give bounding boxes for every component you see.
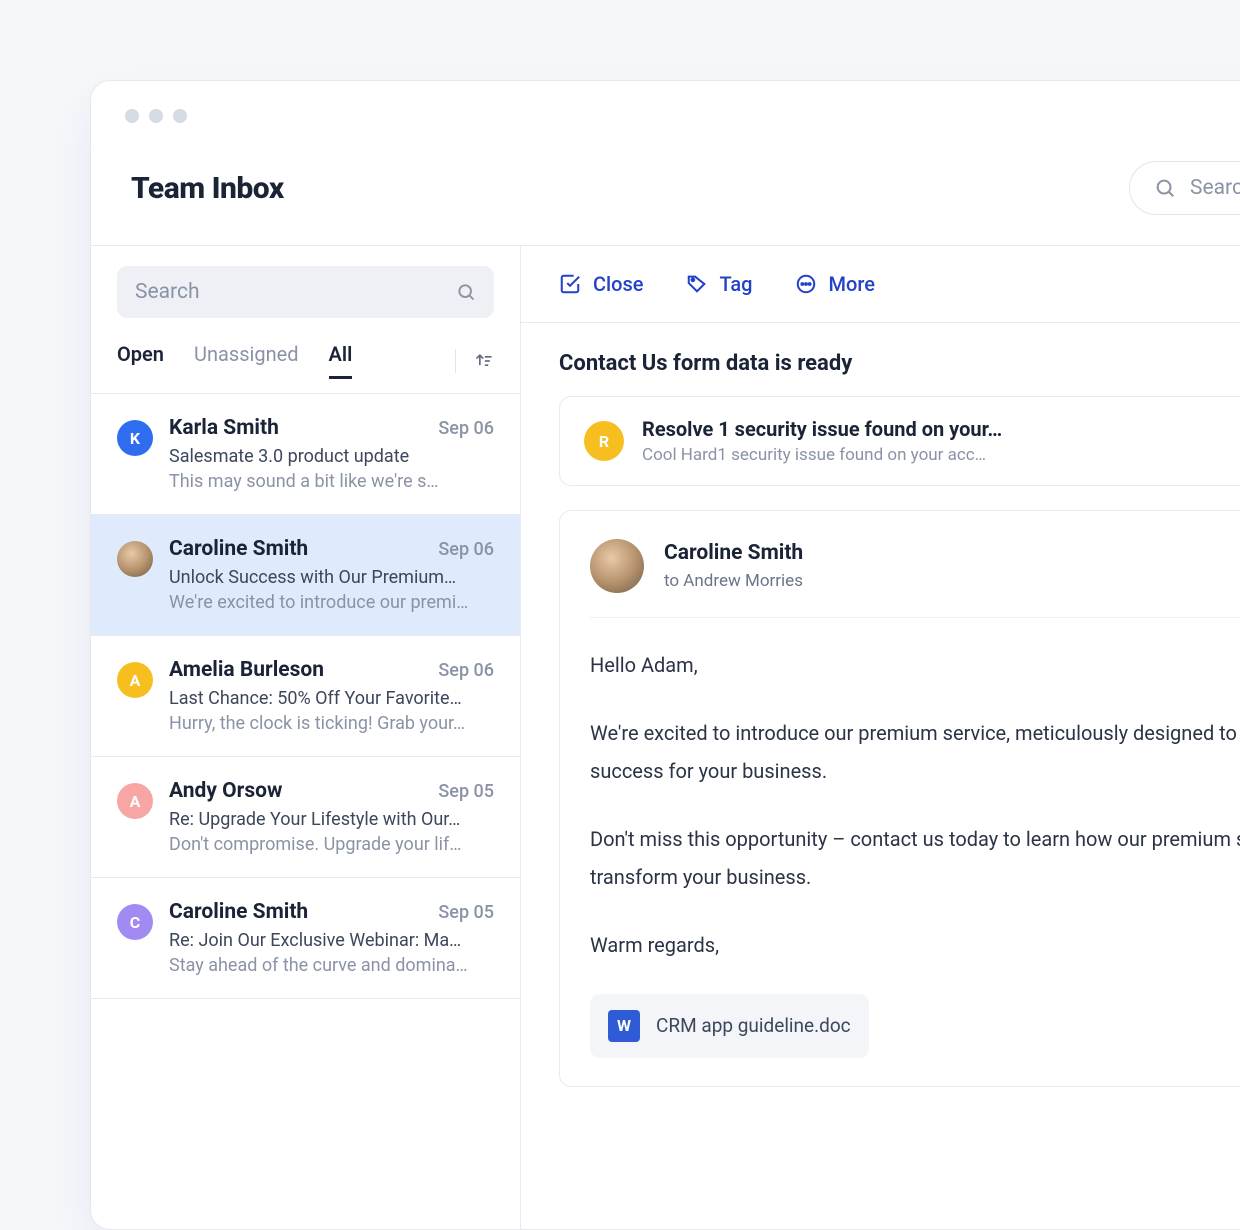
- email-sender: Karla Smith: [169, 416, 279, 440]
- email-list-item[interactable]: K Karla Smith Sep 06 Salesmate 3.0 produ…: [91, 394, 520, 515]
- close-button[interactable]: Close: [559, 272, 644, 296]
- app-window: Team Inbox Search anything Search Open: [90, 80, 1240, 1230]
- header: Team Inbox Search anything: [91, 123, 1240, 245]
- traffic-light-close[interactable]: [125, 109, 139, 123]
- email-preview: We're excited to introduce our premi…: [169, 592, 494, 613]
- page-title: Team Inbox: [131, 171, 284, 206]
- email-subject: Re: Upgrade Your Lifestyle with Our…: [169, 809, 494, 830]
- word-doc-icon: W: [608, 1010, 640, 1042]
- tag-label: Tag: [720, 272, 753, 296]
- avatar: K: [117, 420, 153, 456]
- message-signoff: Warm regards,: [590, 926, 1240, 964]
- related-subtitle: Cool Hard1 security issue found on your …: [642, 445, 1002, 465]
- email-list-item[interactable]: A Amelia Burleson Sep 06 Last Chance: 50…: [91, 636, 520, 757]
- email-preview: Hurry, the clock is ticking! Grab your…: [169, 713, 494, 734]
- list-search-input[interactable]: Search: [117, 266, 494, 318]
- global-search-input[interactable]: Search anything: [1129, 161, 1240, 215]
- message-paragraph: We're excited to introduce our premium s…: [590, 714, 1240, 790]
- window-traffic-lights: [91, 81, 1240, 123]
- email-preview: This may sound a bit like we're s…: [169, 471, 494, 492]
- email-list: K Karla Smith Sep 06 Salesmate 3.0 produ…: [91, 394, 520, 1230]
- email-sender: Caroline Smith: [169, 537, 308, 561]
- email-date: Sep 06: [438, 660, 494, 681]
- related-title: Resolve 1 security issue found on your…: [642, 417, 1002, 441]
- tab-all[interactable]: All: [329, 342, 353, 379]
- more-icon: [795, 273, 817, 295]
- thread-title: Contact Us form data is ready: [521, 323, 1240, 396]
- close-label: Close: [593, 272, 644, 296]
- message-paragraph: Don't miss this opportunity – contact us…: [590, 820, 1240, 896]
- email-date: Sep 05: [438, 781, 494, 802]
- email-preview: Stay ahead of the curve and domina…: [169, 955, 494, 976]
- email-date: Sep 05: [438, 902, 494, 923]
- avatar: A: [117, 662, 153, 698]
- related-thread-card[interactable]: R Resolve 1 security issue found on your…: [559, 396, 1240, 486]
- attachment[interactable]: W CRM app guideline.doc: [590, 994, 869, 1058]
- email-subject: Last Chance: 50% Off Your Favorite…: [169, 688, 494, 709]
- email-sender: Caroline Smith: [169, 900, 308, 924]
- list-search-placeholder: Search: [135, 280, 200, 304]
- message-panel: Close Tag More Contact Us form data is r…: [521, 246, 1240, 1230]
- list-tabs: Open Unassigned All: [91, 318, 520, 394]
- message-greeting: Hello Adam,: [590, 646, 1240, 684]
- message-sender: Caroline Smith: [664, 541, 803, 565]
- tab-unassigned[interactable]: Unassigned: [194, 342, 299, 379]
- sort-icon: [474, 351, 494, 371]
- avatar: [117, 541, 153, 577]
- avatar: [590, 539, 644, 593]
- message-card: Caroline Smith to Andrew Morries Hello A…: [559, 510, 1240, 1087]
- email-list-item[interactable]: Caroline Smith Sep 06 Unlock Success wit…: [91, 515, 520, 636]
- email-date: Sep 06: [438, 418, 494, 439]
- check-square-icon: [559, 273, 581, 295]
- avatar: C: [117, 904, 153, 940]
- sort-button[interactable]: [455, 349, 494, 373]
- tag-button[interactable]: Tag: [686, 272, 753, 296]
- tab-open[interactable]: Open: [117, 342, 164, 379]
- email-subject: Unlock Success with Our Premium…: [169, 567, 494, 588]
- email-list-item[interactable]: C Caroline Smith Sep 05 Re: Join Our Exc…: [91, 878, 520, 999]
- email-subject: Re: Join Our Exclusive Webinar: Ma…: [169, 930, 494, 951]
- avatar: R: [584, 421, 624, 461]
- email-preview: Don't compromise. Upgrade your lif…: [169, 834, 494, 855]
- search-icon: [456, 282, 476, 302]
- message-header: Caroline Smith to Andrew Morries: [590, 539, 1240, 618]
- global-search-placeholder: Search anything: [1190, 176, 1240, 200]
- email-date: Sep 06: [438, 539, 494, 560]
- message-body: Hello Adam, We're excited to introduce o…: [590, 618, 1240, 1058]
- email-sender: Andy Orsow: [169, 779, 282, 803]
- traffic-light-zoom[interactable]: [173, 109, 187, 123]
- email-sender: Amelia Burleson: [169, 658, 324, 682]
- message-toolbar: Close Tag More: [521, 246, 1240, 323]
- attachment-filename: CRM app guideline.doc: [656, 1008, 851, 1044]
- email-list-item[interactable]: A Andy Orsow Sep 05 Re: Upgrade Your Lif…: [91, 757, 520, 878]
- message-recipient: to Andrew Morries: [664, 571, 803, 591]
- content: Search Open Unassigned All: [91, 245, 1240, 1230]
- more-label: More: [829, 272, 875, 296]
- more-button[interactable]: More: [795, 272, 875, 296]
- tag-icon: [686, 273, 708, 295]
- avatar: A: [117, 783, 153, 819]
- email-list-panel: Search Open Unassigned All: [91, 246, 521, 1230]
- traffic-light-minimize[interactable]: [149, 109, 163, 123]
- email-subject: Salesmate 3.0 product update: [169, 446, 494, 467]
- search-icon: [1154, 177, 1176, 199]
